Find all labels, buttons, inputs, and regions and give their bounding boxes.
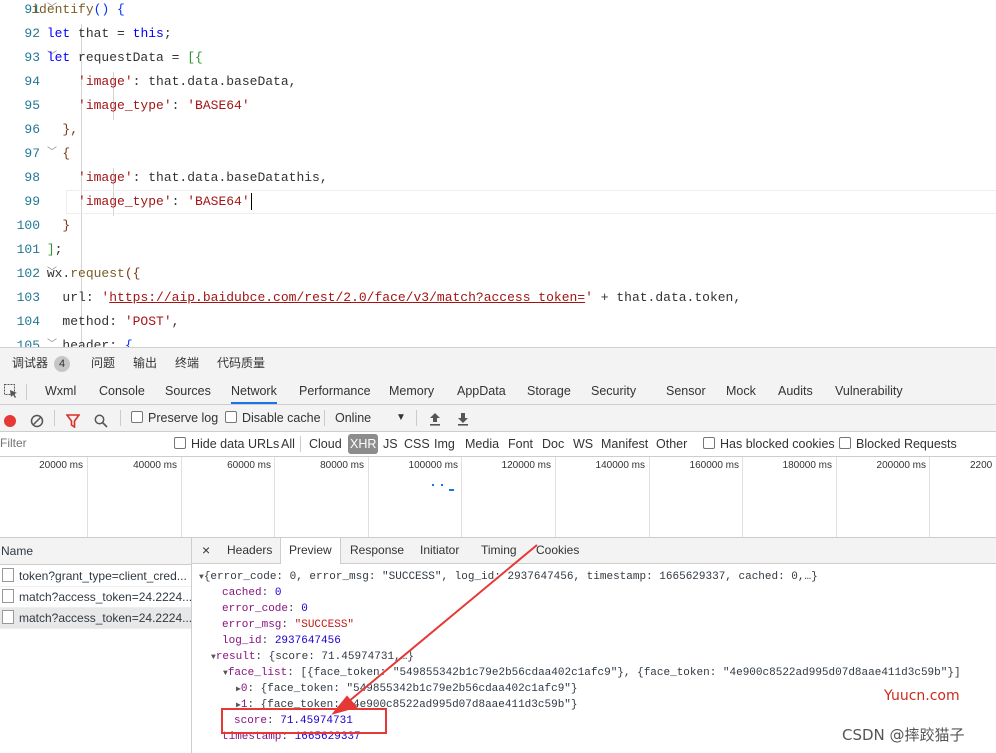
watermark-author: CSDN @摔跤猫子 <box>842 726 965 744</box>
annotation-arrow <box>331 544 538 715</box>
watermark-site: Yuucn.com <box>884 688 960 704</box>
